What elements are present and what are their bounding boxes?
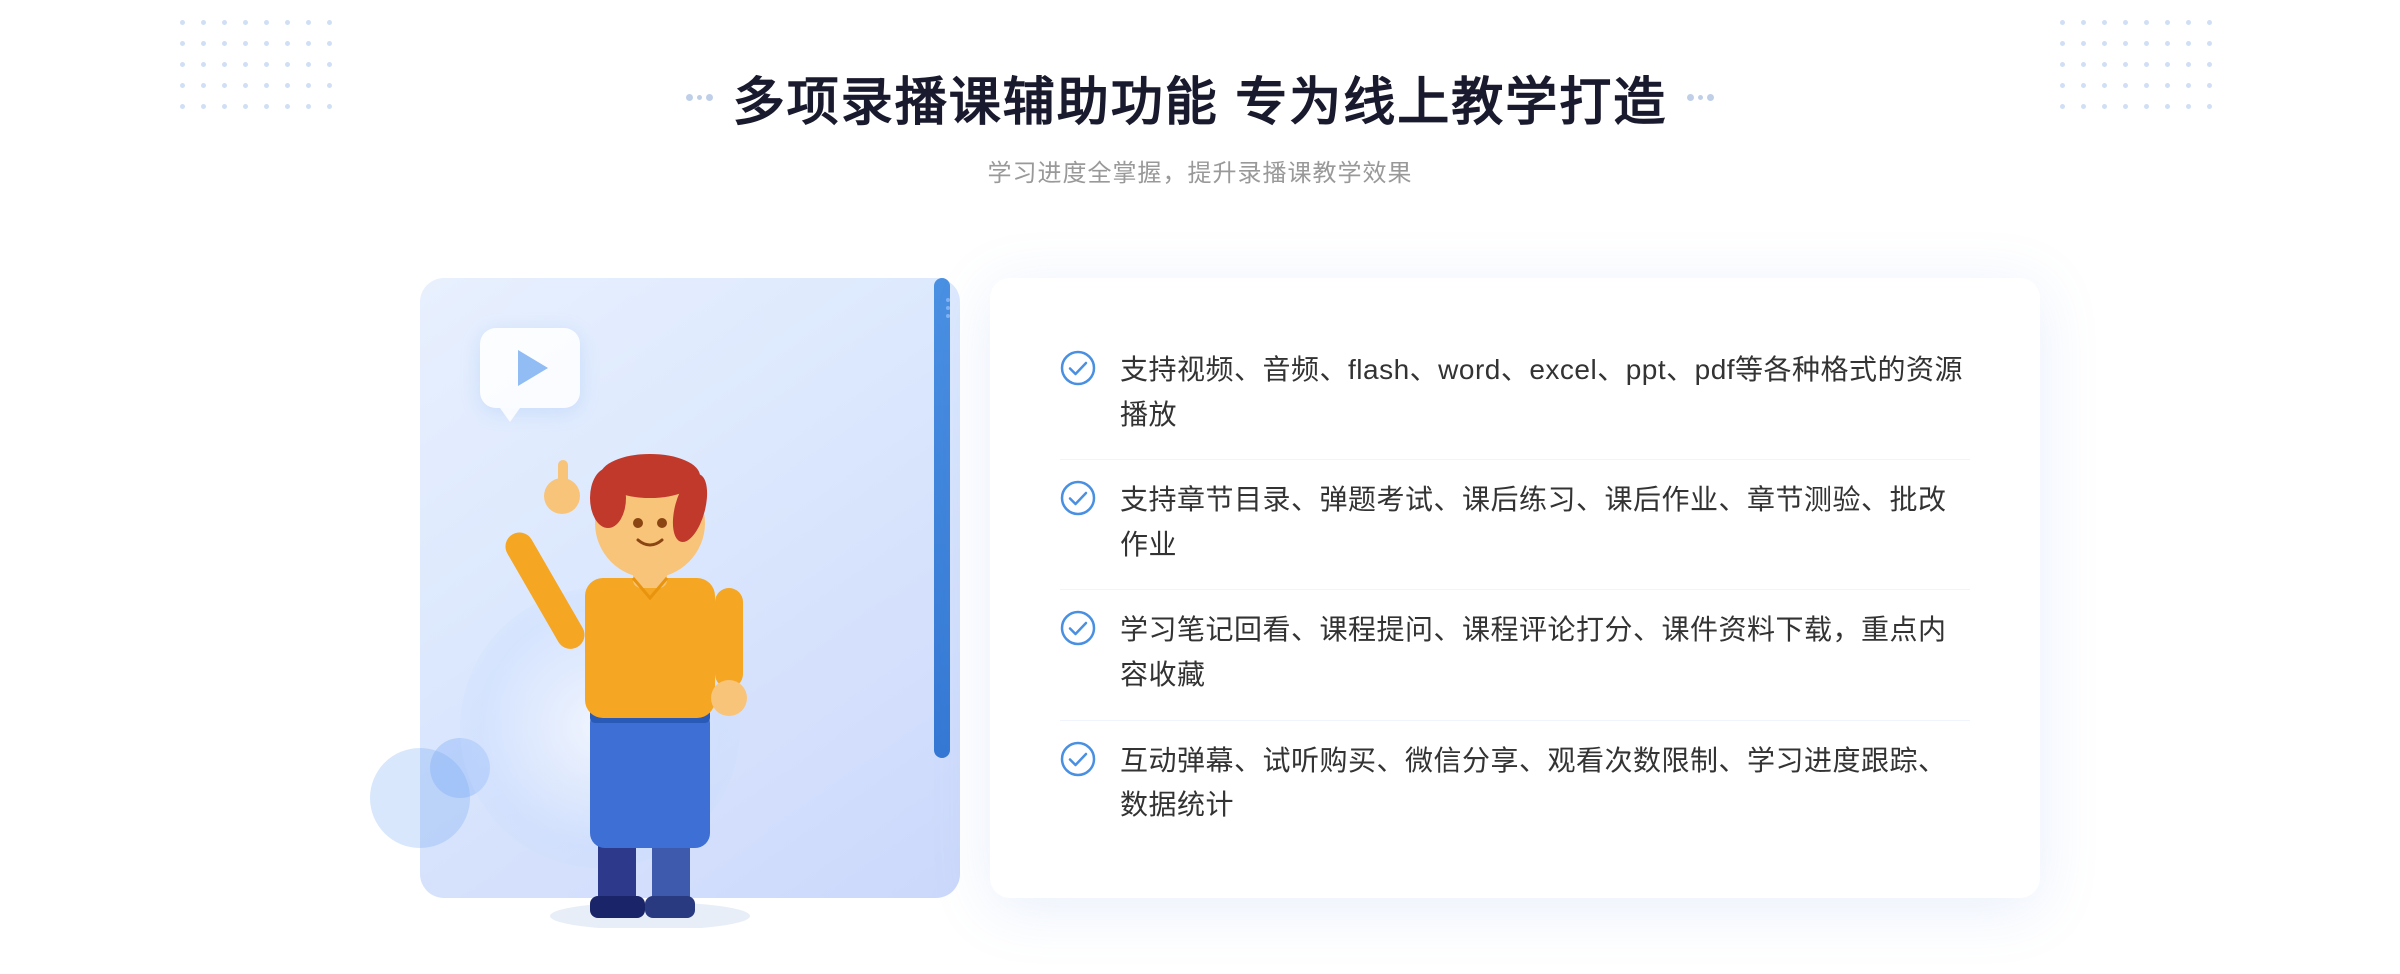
check-icon-4 bbox=[1060, 741, 1096, 777]
feature-item-1: 支持视频、音频、flash、word、excel、ppt、pdf等各种格式的资源… bbox=[1060, 330, 1970, 456]
feature-item-2: 支持章节目录、弹题考试、课后练习、课后作业、章节测验、批改作业 bbox=[1060, 459, 1970, 586]
check-icon-1 bbox=[1060, 350, 1096, 386]
dots-decoration-right bbox=[2060, 20, 2220, 117]
title-decorator-right bbox=[1687, 94, 1714, 101]
title-decorator-left bbox=[686, 94, 713, 101]
content-area: 支持视频、音频、flash、word、excel、ppt、pdf等各种格式的资源… bbox=[360, 248, 2040, 928]
page-subtitle: 学习进度全掌握，提升录播课教学效果 bbox=[686, 153, 1714, 188]
feature-text-2: 支持章节目录、弹题考试、课后练习、课后作业、章节测验、批改作业 bbox=[1120, 478, 1970, 568]
feature-item-4: 互动弹幕、试听购买、微信分享、观看次数限制、学习进度跟踪、数据统计 bbox=[1060, 720, 1970, 847]
sparkle-decoration bbox=[946, 298, 950, 318]
figure-container bbox=[490, 348, 810, 928]
dots-decoration-left bbox=[180, 20, 340, 117]
header-section: 多项录播课辅助功能 专为线上教学打造 学习进度全掌握，提升录播课教学效果 bbox=[686, 60, 1714, 188]
feature-text-3: 学习笔记回看、课程提问、课程评论打分、课件资料下载，重点内容收藏 bbox=[1120, 608, 1970, 698]
blue-bar bbox=[934, 278, 950, 758]
check-icon-3 bbox=[1060, 610, 1096, 646]
feature-text-1: 支持视频、音频、flash、word、excel、ppt、pdf等各种格式的资源… bbox=[1120, 348, 1970, 438]
person-illustration bbox=[490, 348, 810, 928]
title-row: 多项录播课辅助功能 专为线上教学打造 bbox=[686, 60, 1714, 135]
feature-text-4: 互动弹幕、试听购买、微信分享、观看次数限制、学习进度跟踪、数据统计 bbox=[1120, 739, 1970, 829]
feature-item-3: 学习笔记回看、课程提问、课程评论打分、课件资料下载，重点内容收藏 bbox=[1060, 589, 1970, 716]
check-icon-2 bbox=[1060, 480, 1096, 516]
page-title: 多项录播课辅助功能 专为线上教学打造 bbox=[733, 60, 1667, 135]
illustration-area bbox=[360, 248, 1010, 928]
page-container: » 多项录播课辅助功能 专为线上教学打造 学习进度全掌握，提升录播课教学效果 bbox=[0, 0, 2400, 974]
features-card: 支持视频、音频、flash、word、excel、ppt、pdf等各种格式的资源… bbox=[990, 278, 2040, 898]
